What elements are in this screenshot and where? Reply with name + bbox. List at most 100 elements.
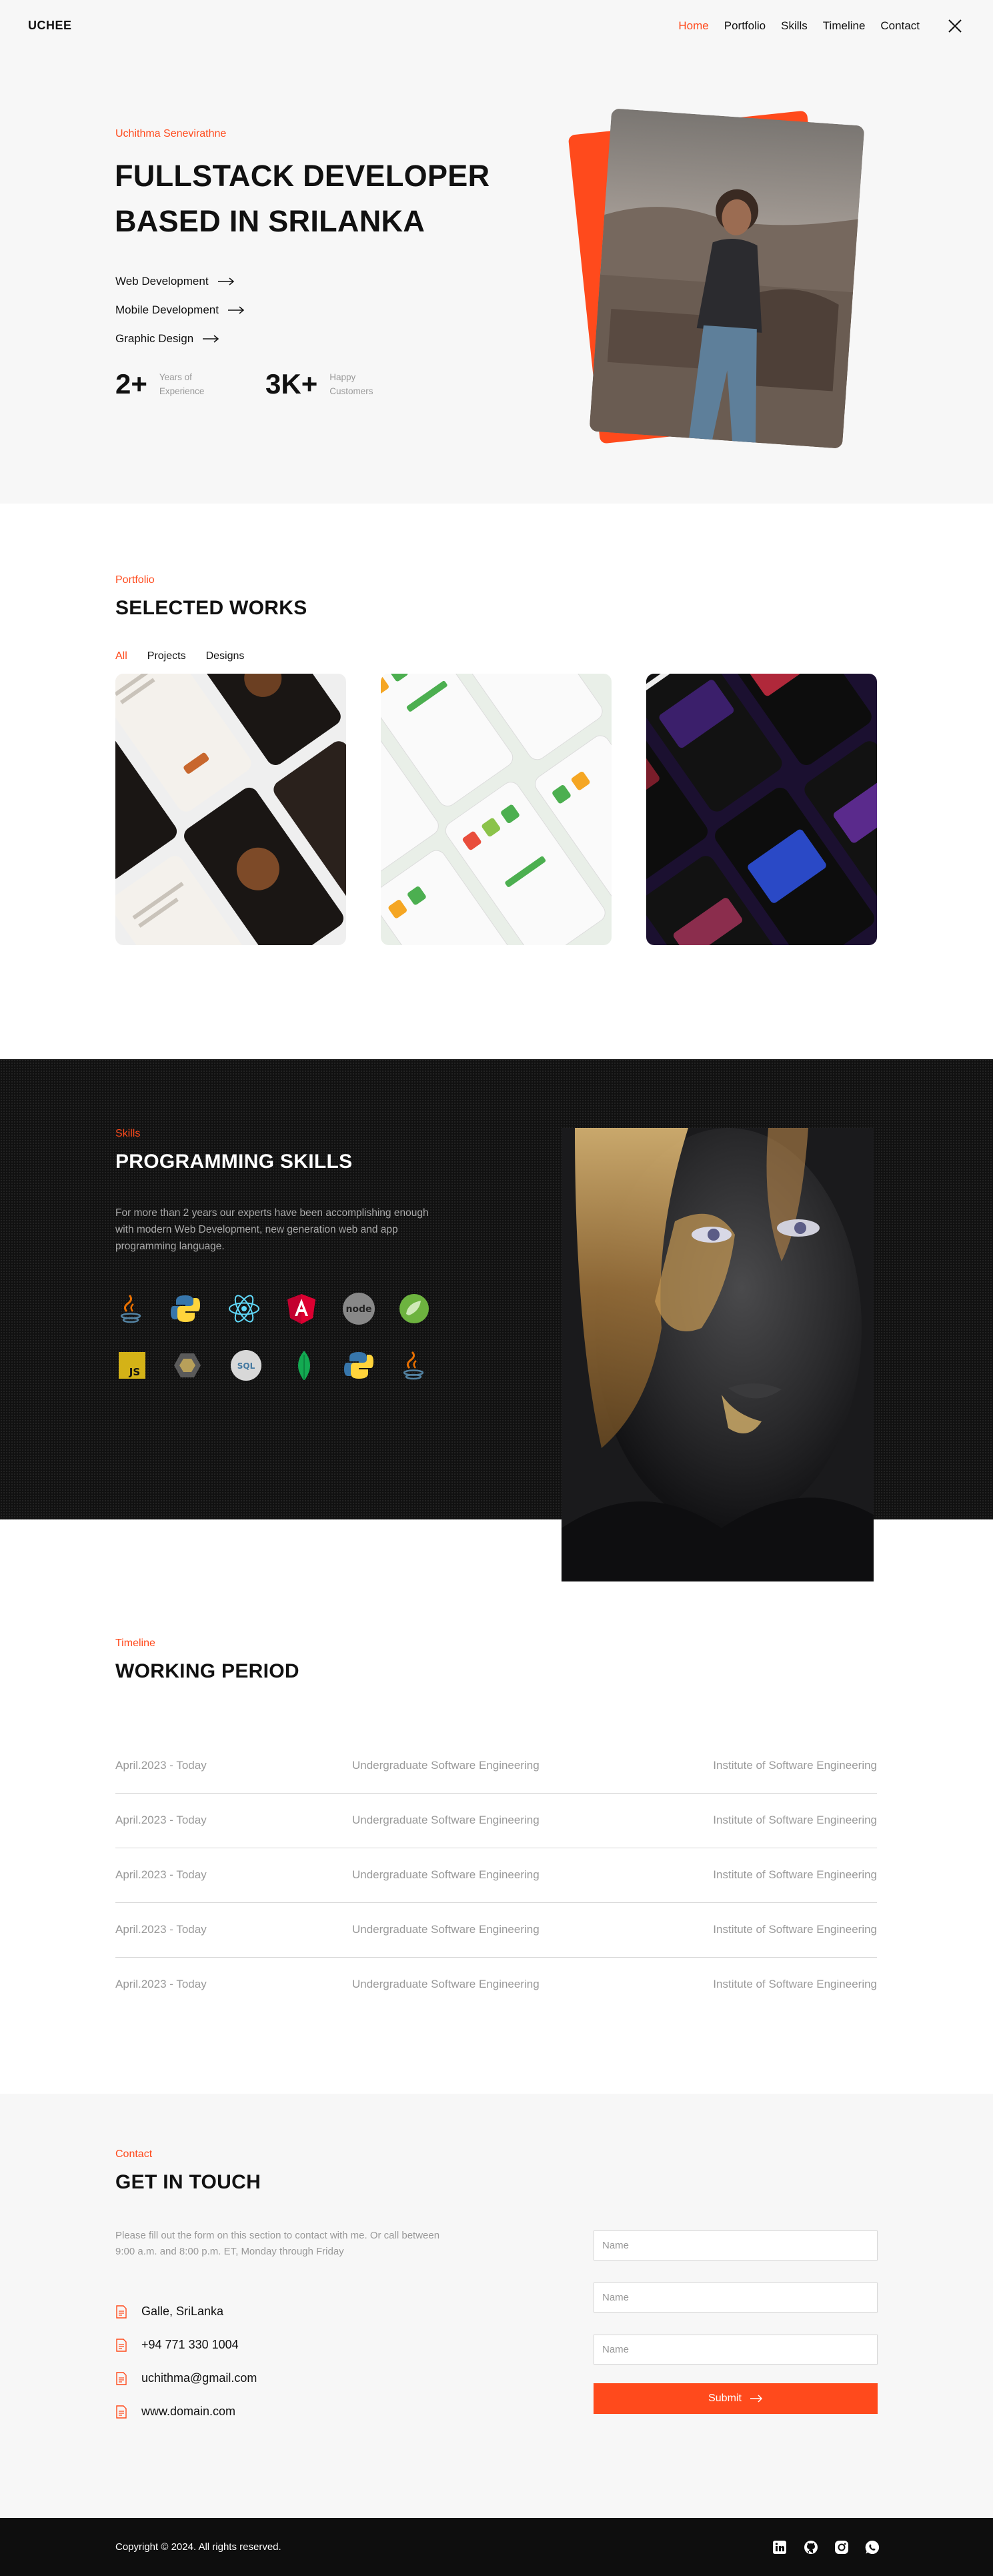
stat-customers: 3K+ Happy Customers [265, 368, 373, 400]
kotlin-icon [174, 1353, 201, 1377]
profile-photo [589, 108, 865, 449]
nodejs-icon: node [343, 1293, 375, 1325]
nav-link-skills[interactable]: Skills [781, 19, 808, 33]
timeline-title: WORKING PERIOD [115, 1660, 299, 1682]
document-icon [116, 2371, 127, 2385]
mysql-icon: SQL [231, 1350, 261, 1381]
timeline-period: April.2023 - Today [115, 1759, 207, 1772]
react-icon [229, 1295, 259, 1323]
name-field[interactable] [594, 2283, 878, 2313]
hero-title: FULLSTACK DEVELOPER BASED IN SRILANKA [115, 153, 528, 244]
timeline-eyebrow: Timeline [115, 1638, 155, 1649]
contact-item-text: Galle, SriLanka [141, 2305, 224, 2318]
contact-item-text: www.domain.com [141, 2405, 236, 2418]
site-logo[interactable]: UCHEE [28, 19, 72, 33]
timeline-section: Timeline WORKING PERIOD April.2023 - Tod… [0, 1613, 993, 2094]
project-card-coffee-app[interactable] [115, 674, 346, 945]
nav-links: Home Portfolio Skills Timeline Contact [678, 19, 920, 33]
timeline-row: April.2023 - Today Undergraduate Softwar… [115, 1903, 877, 1958]
nav-link-contact[interactable]: Contact [880, 19, 920, 33]
stat-label: Happy Customers [329, 372, 373, 396]
nav-link-home[interactable]: Home [678, 19, 708, 33]
skills-eyebrow: Skills [115, 1128, 141, 1139]
timeline-organization: Institute of Software Engineering [713, 1978, 877, 1990]
tab-projects[interactable]: Projects [147, 650, 186, 662]
submit-label: Submit [708, 2393, 742, 2404]
timeline-organization: Institute of Software Engineering [713, 1868, 877, 1881]
portfolio-title: SELECTED WORKS [115, 597, 307, 619]
timeline-period: April.2023 - Today [115, 1868, 207, 1881]
angular-icon [287, 1294, 315, 1324]
footer: Copyright © 2024. All rights reserved. [0, 2518, 993, 2576]
timeline-row: April.2023 - Today Undergraduate Softwar… [115, 1794, 877, 1848]
contact-address: Galle, SriLanka [115, 2305, 223, 2319]
contact-description: Please fill out the form on this section… [115, 2230, 440, 2257]
timeline-role: Undergraduate Software Engineering [352, 1759, 540, 1772]
instagram-icon[interactable] [834, 2539, 850, 2555]
github-icon[interactable] [803, 2539, 819, 2555]
document-icon [116, 2338, 127, 2352]
arrow-right-icon [203, 334, 219, 343]
service-graphic-design[interactable]: Graphic Design [115, 324, 245, 353]
hero-section: Uchithma Senevirathne FULLSTACK DEVELOPE… [0, 0, 993, 504]
contact-eyebrow: Contact [115, 2148, 153, 2160]
arrow-right-icon [227, 305, 245, 314]
whatsapp-icon[interactable] [864, 2539, 880, 2555]
timeline-period: April.2023 - Today [115, 1923, 207, 1936]
mongodb-icon [298, 1351, 310, 1380]
name-field[interactable] [594, 2230, 878, 2261]
javascript-icon: JS [119, 1352, 145, 1379]
svg-text:node: node [345, 1304, 371, 1315]
timeline-role: Undergraduate Software Engineering [352, 1978, 540, 1990]
timeline-row: April.2023 - Today Undergraduate Softwar… [115, 1958, 877, 2012]
contact-section: Contact GET IN TOUCH Please fill out the… [0, 2094, 993, 2518]
linkedin-icon[interactable] [772, 2539, 788, 2555]
portfolio-eyebrow: Portfolio [115, 574, 155, 586]
timeline-role: Undergraduate Software Engineering [352, 1923, 540, 1936]
tab-designs[interactable]: Designs [206, 650, 245, 662]
close-icon[interactable] [945, 16, 965, 36]
timeline-organization: Institute of Software Engineering [713, 1923, 877, 1936]
name-field[interactable] [594, 2335, 878, 2365]
skills-description: For more than 2 years our experts have b… [115, 1207, 429, 1252]
hero-photo-group [568, 108, 865, 450]
timeline-row: April.2023 - Today Undergraduate Softwar… [115, 1739, 877, 1794]
artistic-portrait [562, 1128, 874, 1581]
timeline-organization: Institute of Software Engineering [713, 1814, 877, 1826]
contact-item-text: +94 771 330 1004 [141, 2338, 239, 2351]
submit-button[interactable]: Submit [594, 2383, 878, 2414]
spring-icon [399, 1294, 429, 1323]
portfolio-section: Portfolio SELECTED WORKS All Projects De… [0, 504, 993, 1059]
hero-eyebrow: Uchithma Senevirathne [115, 128, 227, 139]
timeline-role: Undergraduate Software Engineering [352, 1868, 540, 1881]
contact-email[interactable]: uchithma@gmail.com [115, 2371, 257, 2385]
nav-link-timeline[interactable]: Timeline [823, 19, 866, 33]
top-navigation: UCHEE Home Portfolio Skills Timeline Con… [0, 0, 993, 53]
contact-phone[interactable]: +94 771 330 1004 [115, 2338, 239, 2352]
document-icon [116, 2305, 127, 2319]
timeline-period: April.2023 - Today [115, 1814, 207, 1826]
nav-link-portfolio[interactable]: Portfolio [724, 19, 766, 33]
hero-title-line1: FULLSTACK DEVELOPER [115, 159, 490, 193]
service-web-development[interactable]: Web Development [115, 267, 245, 295]
project-card-streaming-app[interactable] [646, 674, 877, 945]
contact-website[interactable]: www.domain.com [115, 2405, 235, 2419]
services-list: Web Development Mobile Development Graph… [115, 267, 245, 353]
svg-text:JS: JS [129, 1366, 140, 1378]
service-label: Graphic Design [115, 332, 194, 345]
timeline-organization: Institute of Software Engineering [713, 1759, 877, 1772]
hero-title-line2: BASED IN SRILANKA [115, 204, 425, 238]
portfolio-tabs: All Projects Designs [115, 650, 244, 662]
contact-item-text: uchithma@gmail.com [141, 2371, 257, 2385]
java-icon [403, 1351, 424, 1380]
stat-experience: 2+ Years of Experience [115, 368, 204, 400]
document-icon [116, 2405, 127, 2419]
skills-section: Skills PROGRAMMING SKILLS For more than … [0, 1059, 993, 1613]
timeline-row: April.2023 - Today Undergraduate Softwar… [115, 1848, 877, 1903]
service-mobile-development[interactable]: Mobile Development [115, 295, 245, 324]
project-card-grocery-app[interactable] [381, 674, 612, 945]
skills-title: PROGRAMMING SKILLS [115, 1151, 353, 1173]
svg-text:SQL: SQL [237, 1361, 255, 1371]
tab-all[interactable]: All [115, 650, 127, 662]
contact-title: GET IN TOUCH [115, 2171, 261, 2193]
